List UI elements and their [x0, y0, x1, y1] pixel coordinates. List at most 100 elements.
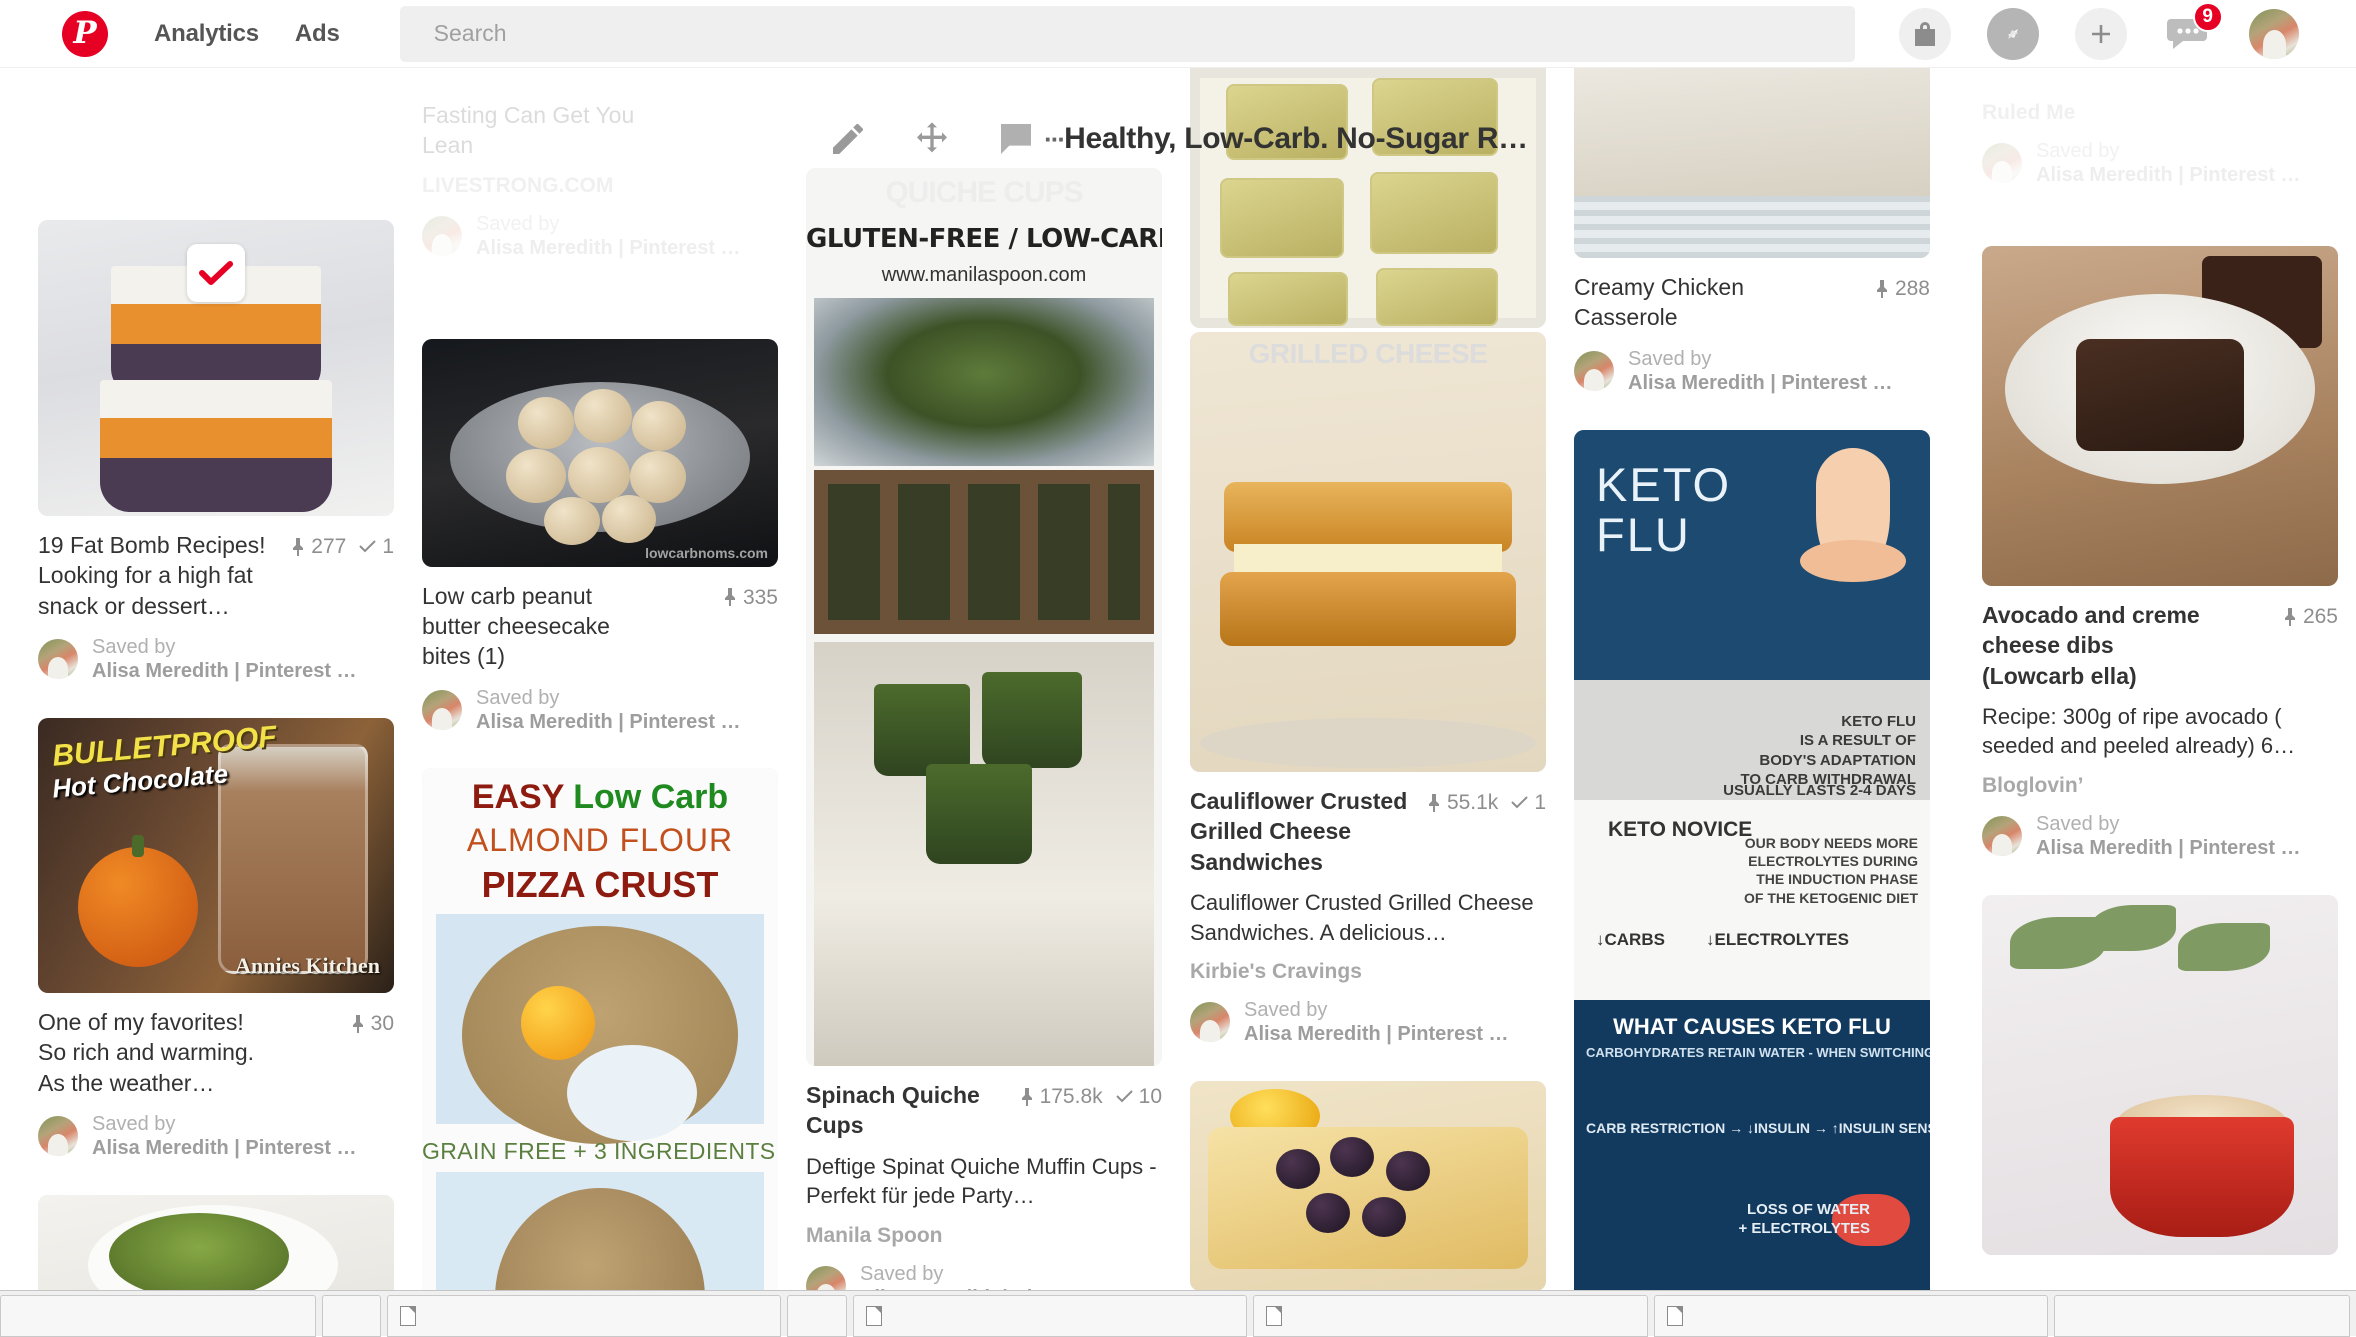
- pin-image-coffee: [1982, 895, 2338, 1255]
- pin-fasting-can-get-you-lean[interactable]: Fasting Can Get You Lean LIVESTRONG.COM …: [422, 100, 778, 261]
- column-4: GRILLED CHEESE Cauliflower Crusted Grill…: [1190, 68, 1546, 1290]
- pin-blackberry-pastry[interactable]: [1190, 1081, 1546, 1290]
- pin-image[interactable]: [1574, 68, 1930, 258]
- compass-icon[interactable]: [1987, 8, 2039, 60]
- pin-image-secondary[interactable]: GRILLED CHEESE: [1190, 332, 1546, 772]
- avatar: [1982, 143, 2022, 183]
- saved-by-label: Saved by: [2036, 813, 2119, 835]
- saved-by-text: Saved by Alisa Meredith | Pinterest …: [92, 635, 357, 684]
- image-caption-pizza-crust: PIZZA CRUST: [422, 864, 778, 906]
- document-icon: [866, 1306, 882, 1326]
- taskbar-item-4[interactable]: [787, 1295, 846, 1337]
- taskbar-item-5[interactable]: [853, 1295, 1247, 1337]
- pin-stats: 30: [351, 1007, 394, 1038]
- pin-source: LIVESTRONG.COM: [422, 174, 778, 198]
- pin-coffee-cup[interactable]: [1982, 895, 2338, 1255]
- pin-title: Avocado and creme cheese dibs (Lowcarb e…: [1982, 600, 2214, 691]
- pin-low-carb-peanut-butter-cheesecake-bites[interactable]: lowcarbnoms.com Low carb peanut butter c…: [422, 339, 778, 735]
- infographic-title-line2: FLU: [1596, 508, 1691, 561]
- saved-by-row[interactable]: Saved by Alisa Meredith | Pinterest …: [1982, 139, 2338, 188]
- pin-creamy-chicken-casserole[interactable]: Creamy Chicken Casserole 288 Saved by Al…: [1574, 68, 1930, 396]
- pin-image[interactable]: [38, 220, 394, 516]
- pin-image[interactable]: [1190, 68, 1546, 328]
- pin-image-grilled-cheese: GRILLED CHEESE: [1190, 332, 1546, 772]
- pin-title-row: 19 Fat Bomb Recipes! Looking for a high …: [38, 530, 394, 621]
- message-count-badge: 9: [2193, 2, 2223, 32]
- repin-count: 30: [371, 1010, 394, 1038]
- search-placeholder: Search: [434, 20, 507, 47]
- pin-image[interactable]: BULLETPROOF Hot Chocolate Annies Kitchen: [38, 718, 394, 993]
- saved-by-row[interactable]: Saved by Alisa Meredith | Pinterest …: [1190, 998, 1546, 1047]
- saved-by-row[interactable]: Saved by Alisa Meredith | Pinterest …: [422, 686, 778, 735]
- pin-image[interactable]: [1190, 1081, 1546, 1290]
- check-icon: [1116, 1090, 1133, 1103]
- shopping-bag-icon[interactable]: [1899, 8, 1951, 60]
- column-5: Creamy Chicken Casserole 288 Saved by Al…: [1574, 68, 1930, 1290]
- saved-by-row[interactable]: Saved by Alisa Meredith | Pinterest …: [38, 1112, 394, 1161]
- pin-image[interactable]: EASY Low Carb ALMOND FLOUR PIZZA CRUST G…: [422, 768, 778, 1290]
- infographic-keto-novice: KETO NOVICE: [1608, 818, 1752, 842]
- pin-ruled-me[interactable]: Ruled Me Saved by Alisa Meredith | Pinte…: [1982, 101, 2338, 188]
- header-actions: 9: [1899, 8, 2299, 60]
- pin-fat-bomb-recipes[interactable]: 19 Fat Bomb Recipes! Looking for a high …: [38, 220, 394, 684]
- saved-by-row[interactable]: Saved by Alisa Meredith | Pinterest …: [806, 1262, 1162, 1290]
- saved-by-user: Alisa Meredith | Pinterest …: [1244, 1022, 1509, 1046]
- taskbar-item-3[interactable]: [387, 1295, 781, 1337]
- infographic-duration: USUALLY LASTS 2-4 DAYS: [1723, 782, 1916, 799]
- saved-by-label: Saved by: [92, 636, 175, 658]
- avatar[interactable]: [2249, 9, 2299, 59]
- pin-title-row: Low carb peanut butter cheesecake bites …: [422, 581, 778, 672]
- taskbar-item-8[interactable]: [2054, 1295, 2350, 1337]
- plus-icon[interactable]: [2075, 8, 2127, 60]
- pin-easy-low-carb-almond-flour-pizza-crust[interactable]: EASY Low Carb ALMOND FLOUR PIZZA CRUST G…: [422, 768, 778, 1290]
- document-icon: [1667, 1306, 1683, 1326]
- pin-keto-flu-infographic[interactable]: KETO FLU KETO FLU IS A RESULT OF BODY'S …: [1574, 430, 1930, 1291]
- taskbar-item-2[interactable]: [322, 1295, 381, 1337]
- check-icon: [1511, 796, 1528, 809]
- pin-spinach-quiche-cups[interactable]: QUICHE CUPS GLUTEN-FREE / LOW-CARB www.m…: [806, 168, 1162, 1290]
- pin-image[interactable]: [1982, 246, 2338, 586]
- saved-by-label: Saved by: [476, 213, 559, 235]
- saved-by-row[interactable]: Saved by Alisa Meredith | Pinterest …: [1982, 812, 2338, 861]
- pin-title: One of my favorites! So rich and warming…: [38, 1007, 270, 1098]
- pin-icon: [1875, 280, 1889, 298]
- saved-by-row[interactable]: Saved by Alisa Meredith | Pinterest …: [1574, 347, 1930, 396]
- search-input[interactable]: Search: [400, 6, 1855, 62]
- selected-check-badge[interactable]: [187, 244, 245, 302]
- pin-avocado-creme-cheese-dibs[interactable]: Avocado and creme cheese dibs (Lowcarb e…: [1982, 246, 2338, 861]
- pin-image-blackberry-pastry: [1190, 1081, 1546, 1290]
- pin-image[interactable]: [38, 1195, 394, 1290]
- pin-source: Kirbie's Cravings: [1190, 960, 1546, 984]
- pin-icon: [2283, 608, 2297, 626]
- pin-description: Recipe: 300g of ripe avocado ( seeded an…: [1982, 702, 2338, 761]
- avatar: [1574, 351, 1614, 391]
- pinterest-logo-icon[interactable]: P: [62, 11, 108, 57]
- pin-avocado-salad-partial[interactable]: [38, 1195, 394, 1290]
- pin-image[interactable]: KETO FLU KETO FLU IS A RESULT OF BODY'S …: [1574, 430, 1930, 1291]
- nav-ads[interactable]: Ads: [295, 20, 340, 48]
- pin-stats: 335: [723, 581, 778, 612]
- pin-title-row: Cauliflower Crusted Grilled Cheese Sandw…: [1190, 786, 1546, 877]
- pin-image[interactable]: [1982, 895, 2338, 1255]
- taskbar-item-1[interactable]: [0, 1295, 316, 1337]
- nav-analytics[interactable]: Analytics: [154, 20, 259, 48]
- pin-bulletproof-hot-chocolate[interactable]: BULLETPROOF Hot Chocolate Annies Kitchen…: [38, 718, 394, 1161]
- comment-count: 1: [1534, 789, 1546, 817]
- pin-icon: [723, 588, 737, 606]
- saved-by-row[interactable]: Saved by Alisa Meredith | Pinterest …: [38, 635, 394, 684]
- saved-by-row[interactable]: Saved by Alisa Meredith | Pinterest …: [422, 212, 778, 261]
- pin-title: Low carb peanut butter cheesecake bites …: [422, 581, 654, 672]
- comment-stat: 1: [359, 533, 394, 561]
- pin-icon: [1020, 1088, 1034, 1106]
- pin-cauliflower-crusted-grilled-cheese[interactable]: GRILLED CHEESE Cauliflower Crusted Grill…: [1190, 68, 1546, 1047]
- comment-stat: 10: [1116, 1083, 1162, 1111]
- messages-icon[interactable]: 9: [2163, 8, 2215, 60]
- image-caption-top: GRILLED CHEESE: [1190, 338, 1546, 370]
- pin-image[interactable]: lowcarbnoms.com: [422, 339, 778, 567]
- pin-source: Ruled Me: [1982, 101, 2338, 125]
- saved-by-user: Alisa Meredith | Pinterest …: [2036, 836, 2301, 860]
- pin-image[interactable]: QUICHE CUPS GLUTEN-FREE / LOW-CARB www.m…: [806, 168, 1162, 1066]
- column-2: Fasting Can Get You Lean LIVESTRONG.COM …: [422, 86, 778, 1290]
- taskbar-item-7[interactable]: [1654, 1295, 2048, 1337]
- taskbar-item-6[interactable]: [1253, 1295, 1647, 1337]
